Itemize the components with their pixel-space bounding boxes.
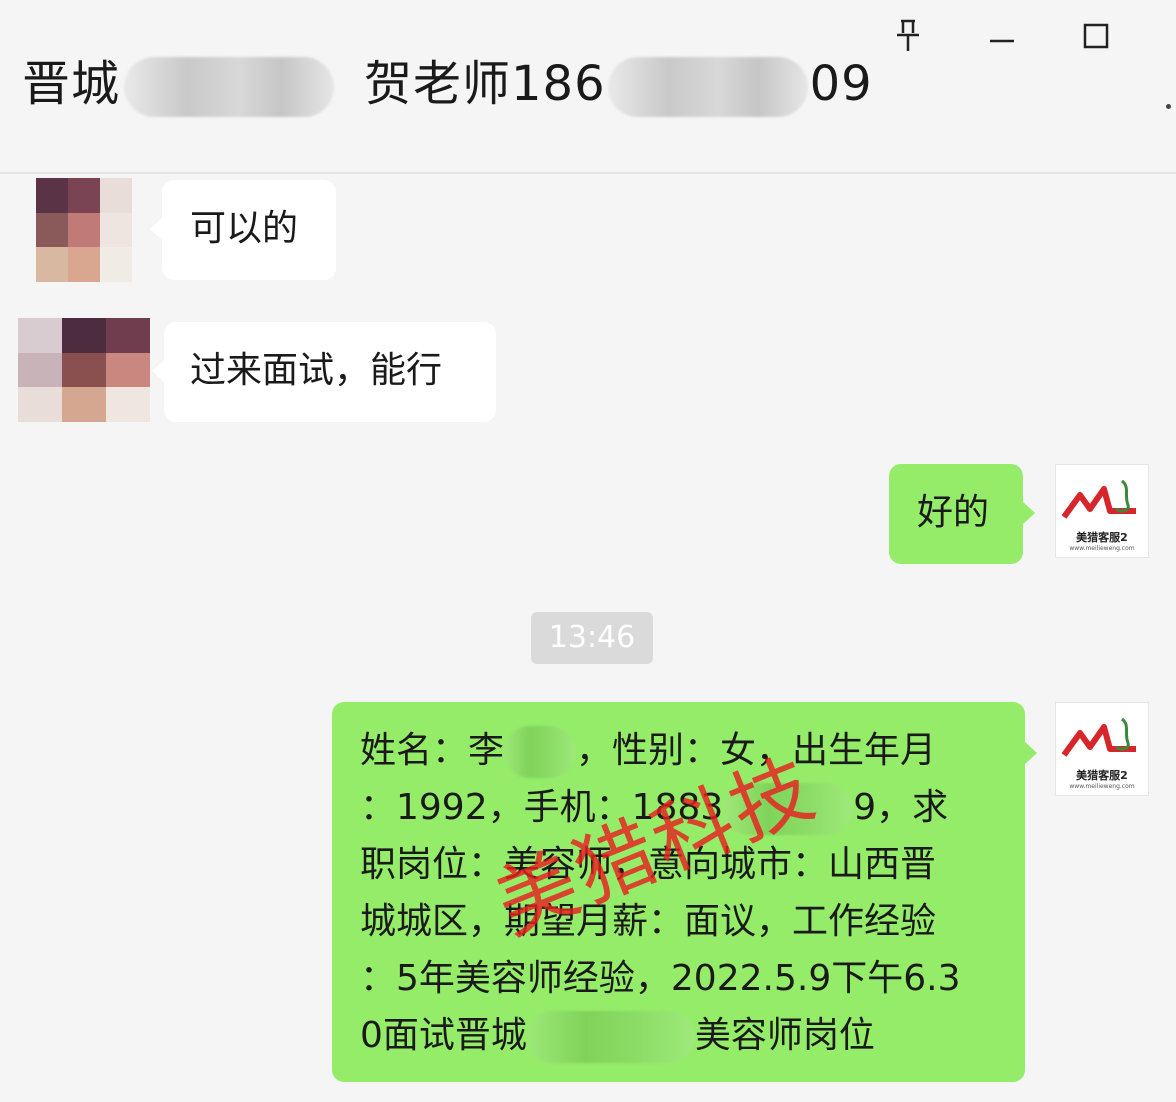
message-text: 姓名：李 ，性别：女，出生年月 ：1992，手机：1883 9，求 职岗位：美容师，… (360, 722, 1000, 1064)
message-line: ：5年美容师经验，2022.5.9下午6.3 (360, 958, 961, 999)
avatar-brand-text: 美猎客服2 (1076, 531, 1128, 544)
pin-button[interactable] (888, 16, 928, 56)
redacted-phone (723, 783, 854, 835)
my-avatar[interactable]: 美猎客服2 www.meilieweng.com (1055, 702, 1149, 796)
chat-title-middle: 贺老师186 (364, 56, 606, 112)
message-text: 可以的 (190, 208, 299, 249)
message-bubble-outgoing[interactable]: 好的 (889, 464, 1023, 564)
avatar-url-text: www.meilieweng.com (1069, 545, 1135, 552)
more-indicator (1166, 104, 1171, 109)
redacted-phone (607, 57, 808, 117)
redacted-group-name (124, 57, 335, 117)
message-bubble-incoming[interactable]: 可以的 (162, 180, 336, 280)
avatar-url-text: www.meilieweng.com (1069, 783, 1135, 790)
message-bubble-incoming[interactable]: 过来面试，能行 (164, 322, 496, 422)
message-line: 城城区，期望月薪：面议，工作经验 (360, 901, 937, 942)
pin-icon (897, 19, 919, 51)
message-line: 姓名：李 ，性别：女，出生年月 (360, 722, 1000, 779)
avatar-brand-text: 美猎客服2 (1076, 769, 1128, 782)
minimize-button[interactable] (982, 16, 1022, 56)
my-avatar[interactable]: 美猎客服2 www.meilieweng.com (1055, 464, 1149, 558)
minimize-icon (990, 39, 1014, 43)
chat-title: 晋城 贺老师186 09 (22, 52, 873, 117)
contact-avatar[interactable] (36, 178, 132, 282)
chat-title-bar: 晋城 贺老师186 09 (0, 0, 1176, 174)
meilie-logo-icon (1061, 717, 1136, 757)
chat-title-left: 晋城 (22, 56, 121, 112)
message-bubble-outgoing[interactable]: 姓名：李 ，性别：女，出生年月 ：1992，手机：1883 9，求 职岗位：美容师，… (332, 702, 1025, 1082)
meilie-logo-icon (1061, 479, 1136, 519)
chat-title-end: 09 (809, 56, 873, 112)
message-timestamp: 13:46 (531, 612, 653, 664)
bubble-tail (150, 218, 162, 240)
maximize-button[interactable] (1076, 16, 1116, 56)
message-line: 0面试晋城 美容师岗位 (360, 1007, 1000, 1064)
redacted-name (504, 726, 577, 778)
contact-avatar[interactable] (18, 318, 150, 422)
redacted-store-name (526, 1011, 695, 1063)
message-text: 过来面试，能行 (190, 350, 443, 391)
message-line: 职岗位：美容师，意向城市：山西晋 (360, 844, 937, 885)
maximize-icon (1083, 23, 1109, 49)
bubble-tail (1023, 502, 1035, 524)
message-text: 好的 (917, 492, 990, 533)
message-line: ：1992，手机：1883 9，求 (360, 779, 1000, 836)
bubble-tail (1025, 742, 1037, 764)
bubble-tail (152, 360, 164, 382)
